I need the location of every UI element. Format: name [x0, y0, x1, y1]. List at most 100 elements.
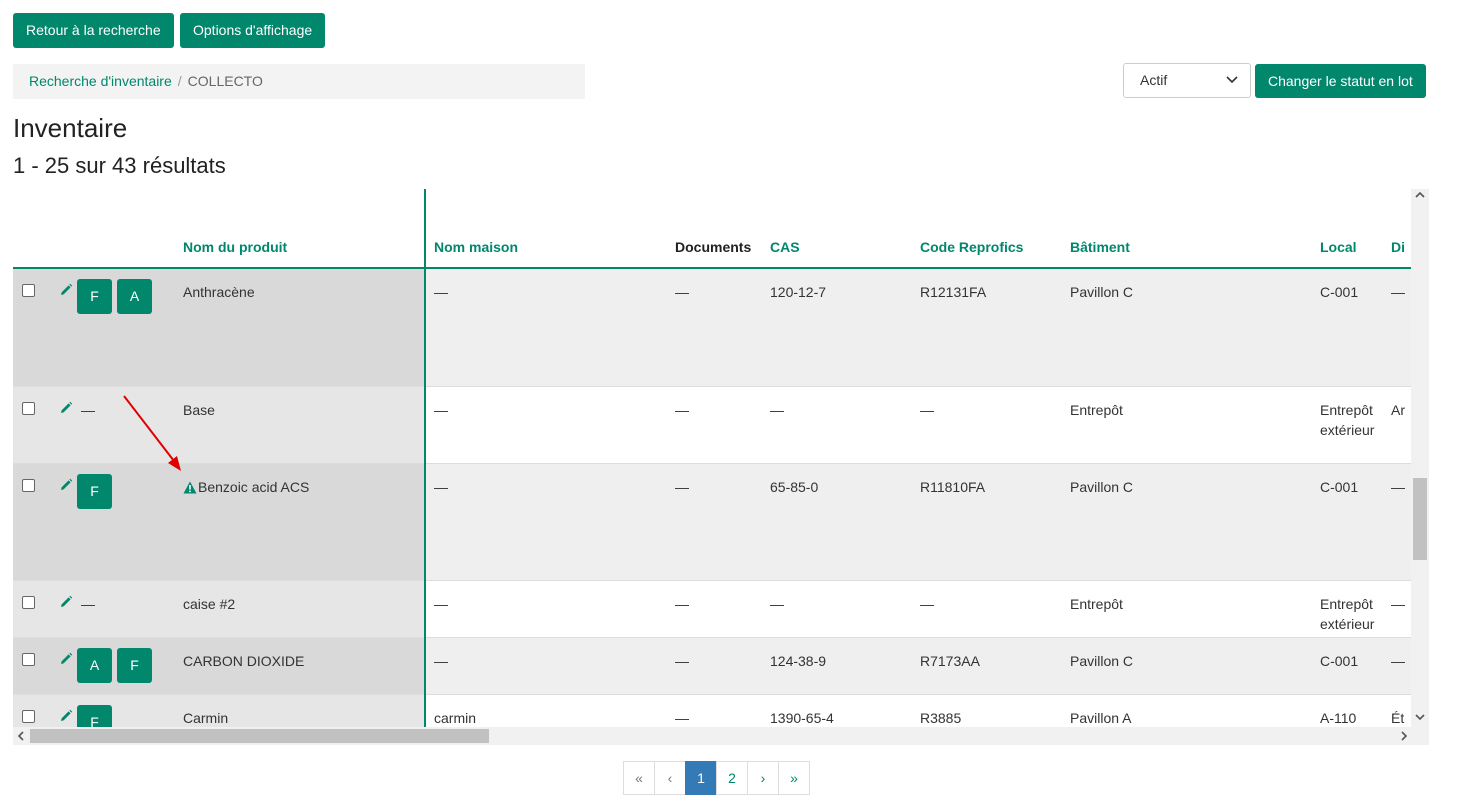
vertical-scroll-thumb[interactable] — [1413, 478, 1427, 560]
row-checkbox[interactable] — [22, 478, 35, 492]
badge[interactable]: F — [117, 647, 152, 683]
cell-building: Entrepôt — [1070, 580, 1320, 638]
cell-house: carmin — [425, 694, 675, 727]
results-count: 1 - 25 sur 43 résultats — [13, 153, 226, 178]
cell-docs: — — [675, 637, 770, 695]
row-checkbox[interactable] — [22, 652, 35, 666]
cell-house: — — [425, 463, 675, 581]
cell-cas: 120-12-7 — [770, 268, 920, 387]
cell-docs: — — [675, 386, 770, 464]
cell-product: Anthracène — [183, 268, 426, 387]
page-2-button[interactable]: 2 — [716, 761, 748, 795]
breadcrumb-separator: / — [177, 73, 182, 89]
pencil-icon[interactable] — [59, 477, 73, 497]
badge[interactable]: A — [77, 647, 112, 683]
scroll-left-icon[interactable] — [17, 731, 25, 744]
cell-building: Pavillon C — [1070, 637, 1320, 695]
page-next-button[interactable]: › — [747, 761, 779, 795]
row-checkbox[interactable] — [22, 401, 35, 415]
cell-local: A-110 — [1320, 694, 1391, 727]
cell-badges-empty: — — [77, 580, 183, 638]
cell-product: caise #2 — [183, 580, 426, 638]
badge[interactable]: A — [117, 279, 152, 314]
page-prev-button[interactable]: ‹ — [654, 761, 686, 795]
cell-extra: — — [1391, 463, 1411, 581]
cell-product: Base — [183, 386, 426, 464]
scroll-down-icon[interactable] — [1415, 713, 1425, 724]
header-house-name[interactable]: Nom maison — [425, 189, 675, 269]
cell-product: CARBON DIOXIDE — [183, 637, 426, 695]
row-checkbox[interactable] — [22, 709, 35, 723]
cell-building: Pavillon C — [1070, 268, 1320, 387]
cell-cas: — — [770, 386, 920, 464]
cell-docs: — — [675, 463, 770, 581]
scroll-right-icon[interactable] — [1400, 731, 1408, 744]
cell-code: R11810FA — [920, 463, 1070, 581]
breadcrumb-link-inventory-search[interactable]: Recherche d'inventaire — [29, 73, 172, 89]
page-title: Inventaire — [13, 113, 128, 143]
table-row: AF CARBON DIOXIDE — — 124-38-9 R7173AA P… — [13, 637, 1411, 695]
cell-cas: 65-85-0 — [770, 463, 920, 581]
page-first-button[interactable]: « — [623, 761, 655, 795]
cell-cas: 124-38-9 — [770, 637, 920, 695]
cell-code: — — [920, 386, 1070, 464]
status-select[interactable]: Actif — [1123, 63, 1251, 98]
badge[interactable]: F — [77, 704, 112, 727]
cell-docs: — — [675, 694, 770, 727]
header-reprofics-code[interactable]: Code Reprofics — [920, 189, 1070, 269]
cell-code: — — [920, 580, 1070, 638]
pencil-icon[interactable] — [59, 400, 73, 420]
cell-product-text: Benzoic acid ACS — [198, 478, 310, 495]
cell-house: — — [425, 386, 675, 464]
badge[interactable]: F — [77, 473, 112, 509]
breadcrumb: Recherche d'inventaire / COLLECTO — [13, 64, 585, 99]
cell-local: C-001 — [1320, 463, 1391, 581]
page-last-button[interactable]: » — [778, 761, 810, 795]
batch-status-button[interactable]: Changer le statut en lot — [1255, 64, 1426, 98]
cell-building: Entrepôt — [1070, 386, 1320, 464]
table-row: FA Anthracène — — 120-12-7 R12131FA Pavi… — [13, 268, 1411, 387]
cell-extra: — — [1391, 637, 1411, 695]
cell-cas: 1390-65-4 — [770, 694, 920, 727]
horizontal-scroll-thumb[interactable] — [30, 729, 489, 743]
header-select — [13, 189, 47, 269]
header-local[interactable]: Local — [1320, 189, 1391, 269]
header-badges — [77, 189, 183, 269]
row-checkbox[interactable] — [22, 595, 35, 609]
page-1-button[interactable]: 1 — [685, 761, 717, 795]
horizontal-scrollbar[interactable] — [13, 727, 1411, 745]
cell-cas: — — [770, 580, 920, 638]
table-row: F Benzoic acid ACS — — 65-85-0 R11810FA … — [13, 463, 1411, 581]
pencil-icon[interactable] — [59, 282, 73, 302]
badge[interactable]: F — [77, 279, 112, 314]
vertical-scrollbar[interactable] — [1411, 189, 1429, 727]
cell-badges-empty: — — [77, 386, 183, 464]
header-extra[interactable]: Di — [1391, 189, 1411, 269]
cell-extra: — — [1391, 268, 1411, 387]
header-documents: Documents — [675, 189, 770, 269]
cell-house: — — [425, 268, 675, 387]
header-cas[interactable]: CAS — [770, 189, 920, 269]
chevron-down-icon — [1226, 76, 1238, 84]
row-checkbox[interactable] — [22, 284, 35, 297]
cell-local: Entrepôt extérieur — [1320, 580, 1391, 638]
cell-product: Benzoic acid ACS — [183, 463, 426, 581]
header-product-name[interactable]: Nom du produit — [183, 189, 426, 269]
pencil-icon[interactable] — [59, 708, 73, 728]
pagination: « ‹ 1 2 › » — [623, 761, 810, 795]
cell-code: R7173AA — [920, 637, 1070, 695]
header-building[interactable]: Bâtiment — [1070, 189, 1320, 269]
cell-local: C-001 — [1320, 268, 1391, 387]
scroll-up-icon[interactable] — [1415, 191, 1425, 202]
pencil-icon[interactable] — [59, 651, 73, 671]
back-to-search-button[interactable]: Retour à la recherche — [13, 13, 174, 48]
display-options-button[interactable]: Options d'affichage — [180, 13, 326, 48]
cell-docs: — — [675, 580, 770, 638]
breadcrumb-current: COLLECTO — [187, 73, 263, 89]
inventory-table: Nom du produit Nom maison Documents CAS … — [13, 189, 1411, 727]
cell-product: Carmin — [183, 694, 426, 727]
status-select-value: Actif — [1140, 72, 1168, 88]
cell-local: Entrepôt extérieur — [1320, 386, 1391, 464]
cell-extra: — — [1391, 580, 1411, 638]
pencil-icon[interactable] — [59, 594, 73, 614]
